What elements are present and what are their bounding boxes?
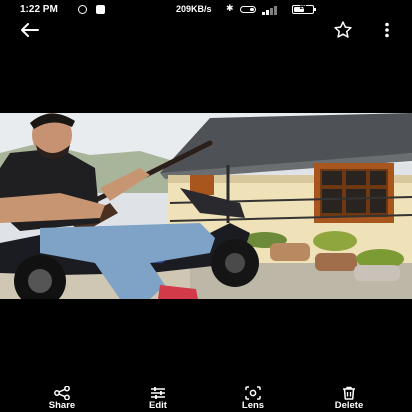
status-time: 1:22 PM [20,4,58,15]
edit-sliders-icon [151,387,165,399]
lens-label: Lens [241,400,265,411]
status-bar: 1:22 PM 209KB/s ✱ 28 [0,0,412,20]
share-button[interactable]: Share [27,384,97,412]
trash-icon [343,386,355,400]
edit-label: Edit [149,400,167,411]
network-speed: 209KB/s [176,4,212,14]
bottom-action-bar: Share Edit Lens Delete [0,384,412,412]
delete-button[interactable]: Delete [314,384,384,412]
delete-label: Delete [334,400,364,411]
photo-image[interactable] [0,113,412,299]
share-label: Share [48,400,76,411]
star-outline-icon [334,21,352,38]
more-options-button[interactable] [377,20,397,40]
share-icon [54,386,70,400]
lens-button[interactable]: Lens [218,384,288,412]
battery-icon: 28 [292,5,316,14]
favorite-button[interactable] [332,19,354,41]
signal-icon [262,4,286,15]
battery-text: 28 [299,5,307,11]
top-toolbar [0,18,412,42]
more-vertical-icon [385,22,389,38]
lens-icon [245,386,261,400]
arrow-left-icon [21,23,39,37]
notification-icon [96,5,105,14]
back-button[interactable] [20,20,40,40]
bluetooth-icon: ✱ [226,3,234,13]
edit-button[interactable]: Edit [123,384,193,412]
whatsapp-icon [78,5,87,14]
toggle-icon [240,6,256,13]
